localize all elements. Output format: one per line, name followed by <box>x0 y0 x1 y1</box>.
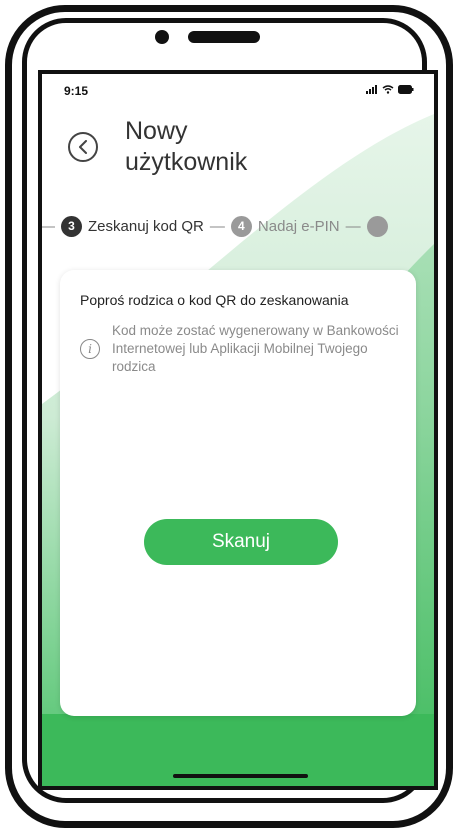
step-set-epin: 4 Nadaj e-PIN <box>230 215 340 237</box>
scan-card: Poproś rodzica o kod QR do zeskanowania … <box>60 270 416 716</box>
page-title-line1: Nowy <box>125 117 188 145</box>
battery-icon <box>398 85 414 94</box>
step-indicator: — 3 Zeskanuj kod QR — 4 Nadaj e-PIN — <box>42 212 394 240</box>
scan-button[interactable]: Skanuj <box>144 519 338 565</box>
info-icon: i <box>80 339 100 359</box>
step-next-partial <box>366 215 394 237</box>
step-separator: — <box>345 217 361 235</box>
page-title: Nowy użytkownik <box>125 116 247 178</box>
step-number: 4 <box>230 215 252 237</box>
status-time: 9:15 <box>64 84 89 98</box>
chevron-left-icon <box>79 140 87 154</box>
card-heading: Poproś rodzica o kod QR do zeskanowania <box>80 292 349 308</box>
info-text: Kod może zostać wygenerowany w Bankowośc… <box>112 323 399 374</box>
signal-icon <box>366 85 377 94</box>
step-separator: — <box>209 217 225 235</box>
step-label: Nadaj e-PIN <box>257 217 340 235</box>
app-screen: 9:15 Nowy użytkownik — 3 Zeskanuj kod QR… <box>38 70 438 790</box>
wifi-icon <box>382 85 394 94</box>
page-title-line2: użytkownik <box>125 148 248 176</box>
step-number <box>366 215 388 237</box>
info-row: i Kod może zostać wygenerowany w Bankowo… <box>80 322 400 376</box>
back-button[interactable] <box>68 132 98 162</box>
camera-dot <box>155 30 169 44</box>
status-icons <box>366 85 414 94</box>
home-indicator[interactable] <box>173 774 308 778</box>
step-separator: — <box>40 217 55 235</box>
step-number: 3 <box>61 215 82 237</box>
step-label: Zeskanuj kod QR <box>88 217 204 235</box>
step-scan-qr: 3 Zeskanuj kod QR <box>61 215 204 237</box>
speaker-bar <box>188 31 260 43</box>
phone-mockup: 9:15 Nowy użytkownik — 3 Zeskanuj kod QR… <box>0 0 466 836</box>
